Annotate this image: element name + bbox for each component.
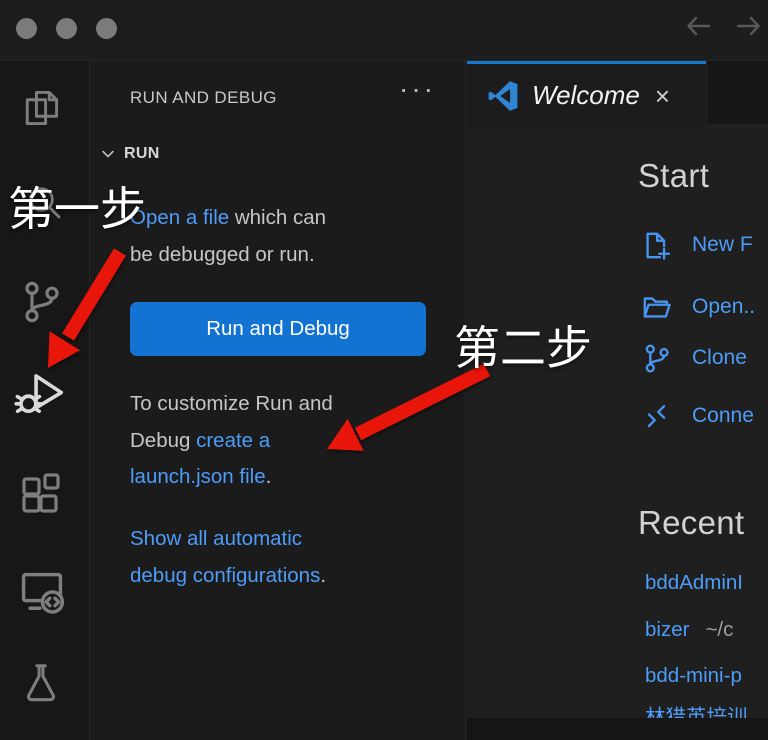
- recent-item[interactable]: bdd-mini-p: [645, 664, 742, 694]
- beaker-icon[interactable]: [18, 660, 64, 706]
- start-item-label: New F: [692, 233, 753, 257]
- vscode-logo-icon: [488, 81, 518, 111]
- source-control-icon: [640, 342, 673, 375]
- start-item-label: Open..: [692, 295, 755, 319]
- remote-icon: [640, 400, 673, 433]
- navigate-forward-icon[interactable]: [735, 13, 763, 39]
- show-all-paragraph: Show all automatic debug configurations.: [130, 521, 440, 594]
- tab-welcome[interactable]: Welcome ×: [467, 61, 706, 127]
- step1-annotation: 第一步: [8, 186, 146, 232]
- customize-text-2: Debug: [130, 429, 196, 452]
- new-file-icon: [640, 229, 673, 262]
- start-item-new-file[interactable]: New F: [640, 223, 753, 267]
- navigate-back-icon[interactable]: [684, 13, 712, 39]
- window-zoom-button[interactable]: [96, 18, 117, 39]
- chevron-down-icon: [100, 146, 116, 162]
- start-item-label: Clone: [692, 346, 747, 370]
- run-and-debug-sidebar: RUN AND DEBUG ··· RUN Open a file which …: [91, 61, 466, 740]
- recent-item-name[interactable]: bdd-mini-p: [645, 664, 742, 687]
- show-all-link-2[interactable]: debug configurations: [130, 564, 320, 587]
- more-actions-icon[interactable]: ···: [399, 75, 436, 103]
- run-and-debug-button[interactable]: Run and Debug: [130, 302, 426, 356]
- extensions-icon[interactable]: [17, 470, 65, 518]
- start-item-clone[interactable]: Clone: [640, 336, 747, 380]
- recent-item-path: ~/c: [705, 618, 733, 641]
- recent-item-name[interactable]: bizer: [645, 618, 689, 641]
- open-file-text-1: which can: [229, 206, 326, 229]
- source-control-icon[interactable]: [17, 278, 65, 326]
- launch-json-link[interactable]: launch.json file: [130, 465, 266, 488]
- open-file-paragraph: Open a file which can be debugged or run…: [130, 200, 440, 273]
- show-all-period: .: [320, 564, 326, 587]
- start-item-label: Conne: [692, 404, 754, 428]
- run-and-debug-icon[interactable]: [14, 366, 68, 420]
- create-a-link[interactable]: create a: [196, 429, 270, 452]
- step2-annotation: 第二步: [454, 325, 592, 371]
- customize-paragraph: To customize Run and Debug create a laun…: [130, 386, 440, 496]
- recent-item[interactable]: bizer ~/c: [645, 618, 733, 648]
- recent-item-name[interactable]: bddAdminI: [645, 571, 743, 594]
- close-icon[interactable]: ×: [655, 83, 670, 109]
- window-minimize-button[interactable]: [56, 18, 77, 39]
- start-item-connect[interactable]: Conne: [640, 394, 754, 438]
- remote-explorer-icon[interactable]: [16, 566, 68, 618]
- activity-bar: [0, 61, 90, 740]
- sidebar-title: RUN AND DEBUG: [130, 88, 277, 108]
- run-section-header[interactable]: RUN: [100, 145, 160, 163]
- window-close-button[interactable]: [16, 18, 37, 39]
- run-section-label: RUN: [124, 145, 160, 163]
- folder-opened-icon: [640, 291, 673, 324]
- title-bar: [0, 0, 768, 61]
- recent-heading: Recent: [638, 504, 744, 542]
- tab-label: Welcome: [532, 80, 640, 111]
- tab-bar-empty: [706, 61, 768, 125]
- open-file-text-2: be debugged or run.: [130, 243, 315, 266]
- vscode-window: RUN AND DEBUG ··· RUN Open a file which …: [0, 0, 768, 740]
- start-heading: Start: [638, 157, 709, 195]
- show-all-link-1[interactable]: Show all automatic: [130, 527, 302, 550]
- recent-item[interactable]: bddAdminI: [645, 571, 743, 601]
- start-item-open[interactable]: Open..: [640, 285, 755, 329]
- editor-bottom-strip: [467, 718, 768, 740]
- editor-area: Welcome × Start New F Open.. Clone: [467, 61, 768, 740]
- customize-period: .: [266, 465, 272, 488]
- customize-text-1: To customize Run and: [130, 392, 333, 415]
- files-icon[interactable]: [19, 86, 63, 130]
